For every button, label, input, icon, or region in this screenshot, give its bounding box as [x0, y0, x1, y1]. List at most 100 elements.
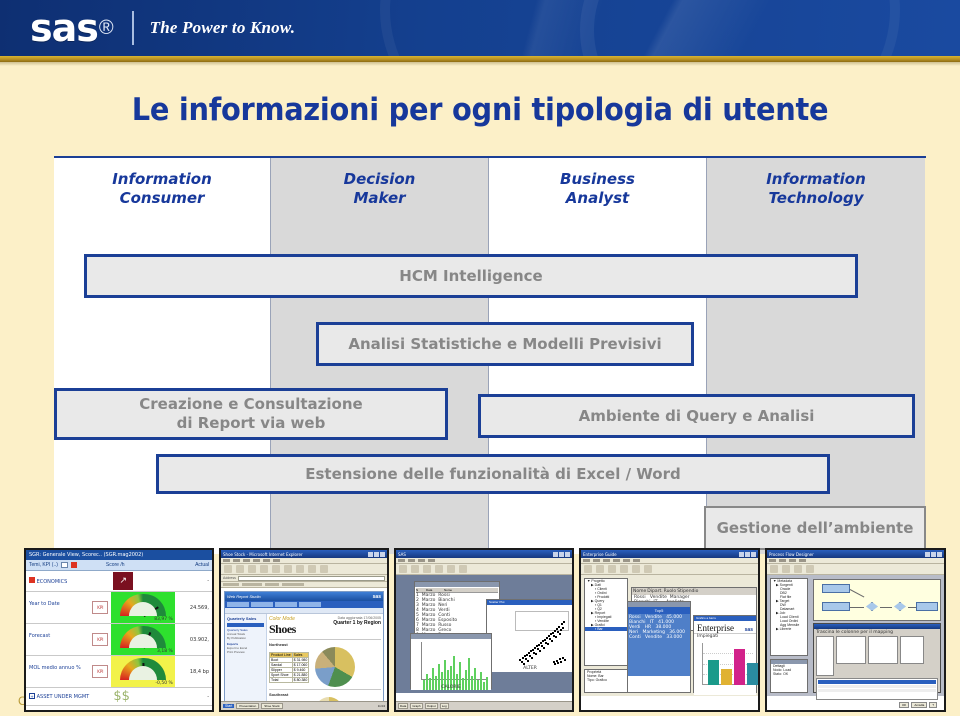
table-row[interactable]: ECONOMICS ↗ - [26, 571, 212, 592]
tab-edit[interactable] [251, 602, 273, 607]
table-row[interactable]: Year to Date KPI 83,97 % 24.569, [26, 591, 212, 624]
home-icon[interactable] [272, 565, 280, 573]
window-controls[interactable] [739, 551, 756, 557]
tab-open[interactable] [299, 602, 321, 607]
menu-item-icon[interactable] [263, 559, 270, 562]
menu-item-icon[interactable] [593, 559, 600, 562]
band-estensione-excel-word[interactable]: Estensione delle funzionalità di Excel /… [156, 454, 830, 494]
mapping-list-b[interactable] [868, 636, 898, 664]
menu-item-icon[interactable] [253, 559, 260, 562]
histogram-window[interactable]: CALORIE [410, 633, 492, 690]
menu-item-icon[interactable] [223, 559, 230, 562]
maximize-icon[interactable] [931, 551, 936, 557]
stats-toolbar[interactable] [396, 564, 572, 575]
kpi-detail-icon[interactable]: KPI [92, 633, 109, 646]
close-icon[interactable] [937, 551, 942, 557]
maximize-icon[interactable] [745, 551, 750, 557]
menu-item-icon[interactable] [418, 559, 425, 562]
history-icon[interactable] [308, 565, 316, 573]
minimize-icon[interactable] [925, 551, 930, 557]
print-icon[interactable] [320, 565, 328, 573]
start-button[interactable]: Start [223, 704, 235, 708]
menu-item-icon[interactable] [243, 559, 250, 562]
grid-row-selected[interactable] [818, 680, 936, 684]
menu-item-icon[interactable] [408, 559, 415, 562]
table-row[interactable]: MOL medio annuo % KPI -0,50 % 18,4 bp [26, 655, 212, 688]
back-icon[interactable] [224, 565, 232, 573]
flow-node-join[interactable] [865, 602, 879, 611]
band-gestione-ambiente[interactable]: Gestione dell’ambiente [704, 506, 926, 550]
flow-node-source-2[interactable] [822, 602, 850, 611]
close-icon[interactable] [380, 551, 385, 557]
menu-item-icon[interactable] [769, 559, 776, 562]
window-controls[interactable] [553, 551, 570, 557]
thumbnail-statistics[interactable]: SAS N Data Nome 1 Marzo Rossi 2 Marzo Bi… [394, 548, 574, 712]
mapping-dialog[interactable]: Trascina le colonne per il mapping OK An… [813, 623, 941, 708]
band-analisi-statistiche[interactable]: Analisi Statistiche e Modelli Previsivi [316, 322, 694, 366]
minimize-icon[interactable] [739, 551, 744, 557]
search-icon[interactable] [284, 565, 292, 573]
stop-icon[interactable] [248, 565, 256, 573]
stop-icon[interactable] [632, 565, 640, 573]
close-icon[interactable] [751, 551, 756, 557]
menu-item-icon[interactable] [428, 559, 435, 562]
expand-icon[interactable]: + [29, 693, 35, 699]
grid-row[interactable] [818, 685, 936, 688]
mapping-list-source[interactable] [816, 636, 834, 676]
tab-view[interactable] [227, 602, 249, 607]
favorites-icon[interactable] [296, 565, 304, 573]
etl-toolbar[interactable] [767, 564, 944, 575]
taskbar-item[interactable]: Data [398, 703, 409, 709]
kpi-detail-icon[interactable]: KPI [92, 665, 109, 678]
menu-item-icon[interactable] [273, 559, 280, 562]
new-icon[interactable] [770, 565, 778, 573]
flow-node-transform[interactable] [893, 602, 907, 611]
project-tree-panel[interactable]: ▼ Progetto ▶ Dati ▪ Clienti ▪ Ordini ▪ P… [584, 578, 628, 666]
link-icon[interactable] [282, 583, 304, 586]
detail-panel[interactable]: Dettagli Nodo: Load Stato: OK [770, 659, 808, 693]
sidebar-item-selected[interactable] [227, 623, 264, 627]
properties-panel[interactable]: Proprietà Nome: Bar Tipo: Grafico [584, 669, 628, 693]
taskbar-item[interactable]: Output [424, 703, 438, 709]
menu-item-icon[interactable] [398, 559, 405, 562]
open-icon[interactable] [596, 565, 604, 573]
link-icon[interactable] [265, 583, 279, 586]
run-icon[interactable] [806, 565, 814, 573]
metadata-tree-panel[interactable]: ▼ Metadata ▶ Sorgenti Oracle DB2 Flat fi… [770, 578, 808, 656]
menu-item-icon[interactable] [233, 559, 240, 562]
flow-node-source-1[interactable] [822, 584, 850, 593]
flow-node-target[interactable] [916, 602, 938, 611]
address-input[interactable] [237, 575, 385, 581]
save-icon[interactable] [411, 565, 419, 573]
band-creazione-consultazione-report[interactable]: Creazione e Consultazione di Report via … [54, 388, 448, 440]
thumbnail-web-report[interactable]: Shoe Stock - Microsoft Internet Explorer… [219, 548, 389, 712]
forward-icon[interactable] [236, 565, 244, 573]
grid-row[interactable] [818, 689, 936, 692]
window-controls[interactable] [925, 551, 942, 557]
new-icon[interactable] [584, 565, 592, 573]
tab-new[interactable] [275, 602, 297, 607]
link-icon[interactable] [223, 583, 239, 586]
thumbnail-scorecard[interactable]: SGR: Generale View, Scorec.. (SGR.mag200… [24, 548, 214, 712]
close-icon[interactable] [565, 551, 570, 557]
table-icon[interactable] [447, 565, 455, 573]
ok-button[interactable]: OK [898, 702, 910, 708]
menu-item-icon[interactable] [779, 559, 786, 562]
sidebar-item[interactable]: By Publication [227, 636, 264, 640]
taskbar-item[interactable]: Graph [410, 703, 423, 709]
band-ambiente-query-analisi[interactable]: Ambiente di Query e Analisi [478, 394, 915, 438]
taskbar-item[interactable]: Log [439, 703, 449, 709]
windows-taskbar[interactable]: Data Graph Output Log [396, 701, 572, 710]
sidebar-item[interactable]: Print Preview [227, 650, 264, 654]
mapping-list-a[interactable] [836, 636, 866, 664]
maximize-icon[interactable] [374, 551, 379, 557]
mapping-list-target[interactable] [900, 636, 924, 664]
cancel-button[interactable]: Annulla [911, 702, 928, 708]
report-sidebar[interactable]: Quarterly Sales Quarterly Sales Annual T… [225, 614, 267, 710]
menu-item-icon[interactable] [799, 559, 806, 562]
collapse-icon[interactable] [60, 562, 68, 568]
thumbnail-data-integration[interactable]: Process Flow Designer ▼ Metadata ▶ Sorge… [765, 548, 946, 712]
menu-item-icon[interactable] [633, 559, 640, 562]
taskbar-item[interactable]: Shoe Stock [261, 703, 283, 709]
help-button[interactable]: ? [929, 702, 937, 708]
